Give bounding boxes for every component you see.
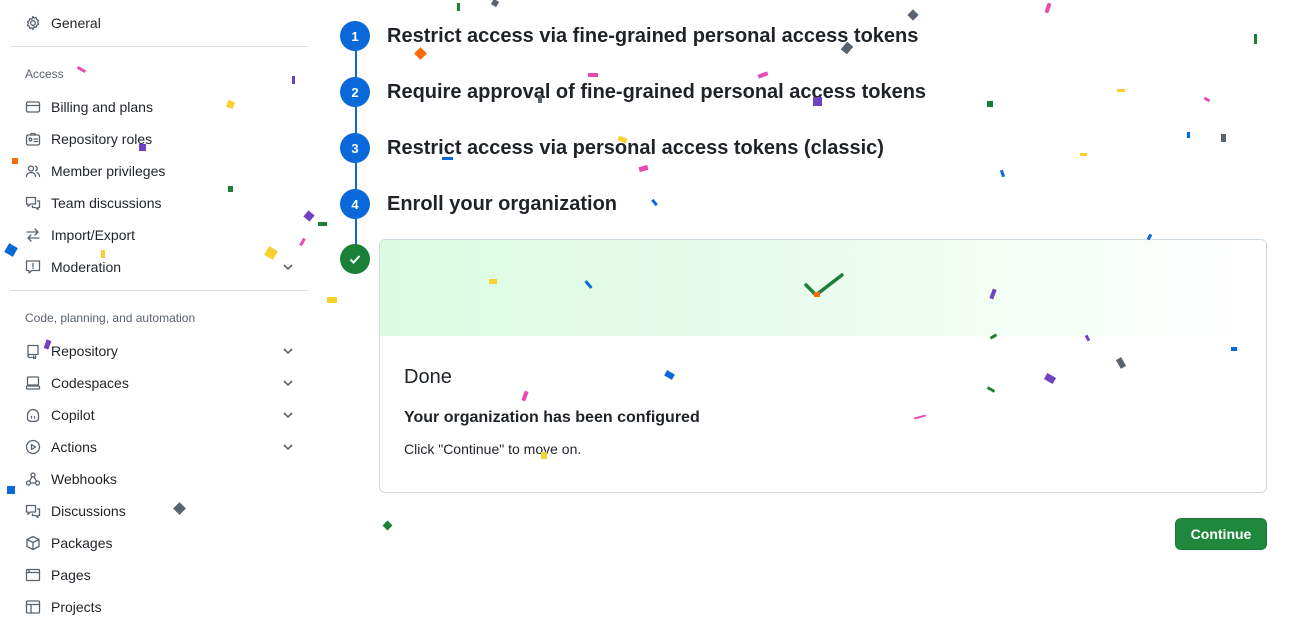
confetti-piece: [1254, 34, 1257, 44]
confetti-piece: [987, 101, 993, 107]
sidebar-item-label: Repository roles: [51, 131, 153, 147]
sidebar-item-label: General: [51, 15, 101, 31]
step-title: Restrict access via personal access toke…: [387, 136, 884, 159]
id-badge-icon: [24, 130, 42, 148]
card-description: Click "Continue" to move on.: [404, 441, 582, 457]
sidebar-item-repository-roles[interactable]: Repository roles: [24, 123, 300, 155]
confetti-piece: [382, 520, 393, 531]
confetti-piece: [457, 3, 460, 11]
section-label-code-planning: Code, planning, and automation: [25, 311, 196, 325]
chevron-down-icon[interactable]: [281, 376, 295, 390]
confetti-piece: [651, 198, 658, 207]
card-title: Done: [404, 366, 452, 388]
sidebar-item-label: Webhooks: [51, 471, 117, 487]
confetti-piece: [1187, 132, 1190, 138]
step-number-badge: 4: [340, 189, 370, 219]
copilot-icon: [24, 406, 42, 424]
sidebar-item-label: Moderation: [51, 259, 122, 275]
sidebar-item-label: Billing and plans: [51, 99, 153, 115]
confetti-piece: [1117, 89, 1125, 92]
gear-icon: [24, 14, 42, 32]
sidebar-item-codespaces[interactable]: Codespaces: [24, 367, 300, 399]
package-icon: [24, 534, 42, 552]
sidebar-item-moderation[interactable]: Moderation: [24, 251, 300, 283]
arrow-switch-icon: [24, 226, 42, 244]
repo-icon: [24, 342, 42, 360]
sidebar-item-import-export[interactable]: Import/Export: [24, 219, 300, 251]
confetti-piece: [1080, 153, 1087, 156]
confetti-piece: [318, 222, 327, 226]
confetti-piece: [638, 164, 649, 173]
sidebar-item-webhooks[interactable]: Webhooks: [24, 463, 300, 495]
step-1: 1 Restrict access via fine-grained perso…: [340, 21, 918, 51]
report-icon: [24, 258, 42, 276]
sidebar-item-label: Projects: [51, 599, 102, 615]
table-icon: [24, 598, 42, 616]
confetti-piece: [757, 71, 769, 79]
sidebar-item-label: Member privileges: [51, 163, 166, 179]
confetti-piece: [1203, 96, 1211, 103]
sidebar-item-discussions[interactable]: Discussions: [24, 495, 300, 527]
sidebar-item-billing[interactable]: Billing and plans: [24, 91, 300, 123]
comment-discussion-icon: [24, 194, 42, 212]
credit-card-icon: [24, 98, 42, 116]
confetti-piece: [1221, 134, 1226, 142]
step-title: Enroll your organization: [387, 192, 618, 215]
browser-icon: [24, 566, 42, 584]
success-banner: [380, 240, 1266, 336]
sidebar-item-general[interactable]: General: [24, 7, 300, 39]
sidebar-item-team-discussions[interactable]: Team discussions: [24, 187, 300, 219]
sidebar-item-label: Pages: [51, 567, 91, 583]
confetti-piece: [327, 297, 337, 303]
comment-discussion-icon: [24, 502, 42, 520]
sidebar-item-copilot[interactable]: Copilot: [24, 399, 300, 431]
step-title: Require approval of fine-grained persona…: [387, 80, 927, 103]
sidebar-item-label: Actions: [51, 439, 97, 455]
people-icon: [24, 162, 42, 180]
step-4: 4 Enroll your organization: [340, 189, 617, 219]
sidebar-item-actions[interactable]: Actions: [24, 431, 300, 463]
step-3: 3 Restrict access via personal access to…: [340, 133, 884, 163]
step-title: Restrict access via fine-grained persona…: [387, 24, 919, 47]
sidebar-item-label: Packages: [51, 535, 113, 551]
sidebar-item-label: Discussions: [51, 503, 126, 519]
confetti-piece: [907, 9, 919, 21]
play-circle-icon: [24, 438, 42, 456]
step-number-badge: 1: [340, 21, 370, 51]
sidebar-item-packages[interactable]: Packages: [24, 527, 300, 559]
check-icon: [804, 273, 844, 297]
confetti-piece: [999, 169, 1006, 178]
sidebar-item-label: Repository: [51, 343, 118, 359]
codespaces-icon: [24, 374, 42, 392]
check-icon: [340, 244, 370, 274]
sidebar-divider: [10, 46, 308, 47]
done-card: Done Your organization has been configur…: [379, 239, 1267, 493]
sidebar-item-projects[interactable]: Projects: [24, 591, 300, 623]
confetti-piece: [490, 0, 500, 8]
confetti-piece: [1044, 2, 1052, 14]
section-label-access: Access: [25, 67, 64, 81]
sidebar-item-repository[interactable]: Repository: [24, 335, 300, 367]
chevron-down-icon[interactable]: [281, 260, 295, 274]
sidebar-item-label: Codespaces: [51, 375, 129, 391]
sidebar-item-pages[interactable]: Pages: [24, 559, 300, 591]
confetti-piece: [414, 47, 427, 60]
continue-button[interactable]: Continue: [1175, 518, 1267, 550]
step-number-badge: 3: [340, 133, 370, 163]
chevron-down-icon[interactable]: [281, 344, 295, 358]
sidebar-item-label: Import/Export: [51, 227, 136, 243]
card-subtitle: Your organization has been configured: [404, 409, 700, 426]
chevron-down-icon[interactable]: [281, 440, 295, 454]
step-2: 2 Require approval of fine-grained perso…: [340, 77, 926, 107]
sidebar-item-label: Copilot: [51, 407, 95, 423]
step-number-badge: 2: [340, 77, 370, 107]
sidebar-divider: [10, 290, 308, 291]
sidebar-item-member-privileges[interactable]: Member privileges: [24, 155, 300, 187]
webhook-icon: [24, 470, 42, 488]
chevron-down-icon[interactable]: [281, 408, 295, 422]
confetti-piece: [588, 73, 598, 77]
sidebar-item-label: Team discussions: [51, 195, 162, 211]
settings-sidebar: General Access Billing and plans Reposit…: [10, 0, 308, 630]
